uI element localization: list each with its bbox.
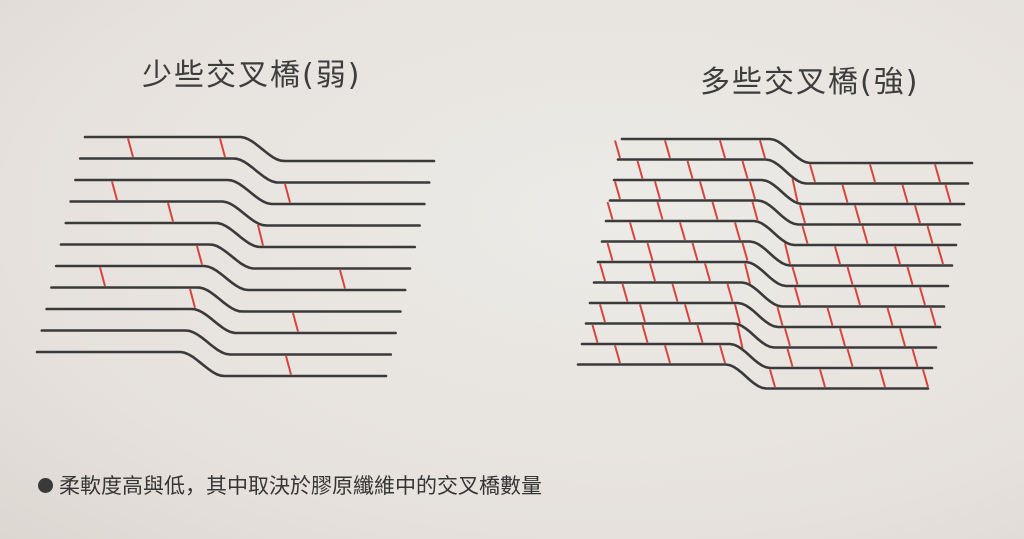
strong-crosslink — [606, 242, 614, 261]
strong-crosslink — [679, 222, 686, 241]
strong-crosslink — [919, 287, 926, 306]
strong-crosslink — [719, 140, 726, 159]
caption-text: 柔軟度高與低，其中取決於膠原纖維中的交叉橋數量 — [59, 474, 542, 498]
bullet-icon — [38, 477, 53, 493]
strong-crosslink — [861, 225, 869, 244]
strong-crosslink — [854, 287, 861, 306]
strong-crosslink — [906, 266, 914, 285]
strong-crosslink — [826, 307, 834, 326]
strong-crosslink — [934, 164, 941, 183]
strong-crosslink — [944, 184, 952, 203]
weak-crosslink — [99, 267, 106, 287]
strong-crosslink — [639, 304, 646, 323]
strong-crosslink — [741, 160, 749, 179]
strong-crosslink — [614, 140, 621, 159]
strong-crosslink — [744, 263, 751, 284]
strong-crosslink — [894, 246, 901, 265]
strong-crosslink-panel — [576, 137, 974, 390]
strong-crosslink — [886, 307, 894, 326]
strong-crosslink — [736, 325, 744, 349]
strong-crosslink — [606, 201, 614, 220]
strong-crosslink — [629, 222, 636, 241]
caption: 柔軟度高與低，其中取決於膠原纖維中的交叉橋數量 — [38, 470, 542, 500]
strong-crosslink — [726, 283, 734, 302]
weak-crosslink — [257, 224, 264, 246]
strong-crosslink — [869, 164, 876, 183]
strong-crosslink — [614, 181, 621, 200]
strong-crosslink — [791, 266, 799, 285]
strong-crosslink — [719, 345, 726, 364]
weak-crosslink — [111, 181, 118, 201]
strong-crosslink — [734, 304, 741, 324]
strong-crosslink — [699, 181, 706, 200]
strong-crosslink — [741, 242, 749, 261]
strong-crosslink — [937, 246, 944, 265]
weak-crosslink — [127, 138, 134, 158]
strong-crosslink — [911, 348, 919, 367]
weak-crosslink — [189, 288, 196, 309]
strong-crosslink — [784, 243, 791, 265]
weak-crosslink — [196, 245, 203, 265]
strong-crosslink — [786, 348, 794, 367]
collagen-fiber-diagram — [35, 135, 974, 390]
weak-crosslink — [167, 202, 174, 222]
strong-crosslink — [794, 287, 801, 306]
strong-crosslink — [899, 328, 906, 347]
strong-crosslink — [646, 242, 654, 261]
strong-crosslink — [776, 306, 784, 326]
strong-crosslink — [649, 263, 656, 282]
weak-crosslink — [284, 183, 291, 203]
strong-crosslink — [799, 205, 806, 224]
strong-crosslink — [734, 222, 741, 241]
strong-crosslink — [854, 205, 861, 224]
strong-crosslink — [704, 263, 711, 282]
strong-crosslink — [834, 246, 841, 265]
strong-crosslink — [696, 324, 704, 343]
weak-crosslink — [285, 355, 292, 375]
weak-crosslink-panel — [35, 135, 436, 378]
strong-crosslink — [846, 266, 854, 285]
strong-crosslink — [819, 369, 826, 388]
strong-crosslink — [759, 140, 766, 159]
strong-crosslink — [809, 164, 816, 183]
strong-crosslink — [791, 178, 799, 202]
strong-crosslink — [641, 324, 649, 343]
strong-crosslink — [621, 283, 629, 302]
strong-crosslink — [769, 369, 776, 388]
strong-crosslink — [751, 201, 759, 221]
strong-crosslink — [599, 263, 606, 282]
strong-crosslink — [654, 181, 661, 200]
strong-crosslink — [922, 369, 929, 388]
strong-crosslink — [591, 324, 599, 343]
strong-crosslink — [664, 140, 671, 159]
strong-crosslink — [784, 328, 791, 347]
strong-crosslink — [926, 225, 934, 244]
strong-crosslink — [801, 225, 809, 244]
strong-crosslink — [901, 184, 909, 203]
strong-crosslink — [929, 307, 937, 326]
strong-crosslink — [636, 160, 644, 179]
strong-crosslink — [841, 184, 849, 203]
strong-crosslink — [664, 345, 671, 364]
weak-crosslink — [219, 138, 226, 158]
strong-crosslink — [711, 201, 719, 220]
strong-crosslink — [879, 369, 886, 388]
strong-crosslink — [656, 201, 664, 220]
strong-crosslink — [684, 304, 691, 323]
strong-crosslink — [749, 181, 756, 200]
strong-crosslink — [691, 242, 699, 261]
strong-crosslink — [614, 345, 621, 364]
weak-crosslink — [339, 269, 346, 289]
strong-crosslink — [846, 348, 854, 367]
weak-crosslink — [292, 312, 299, 332]
strong-crosslink — [686, 160, 694, 179]
strong-crosslink — [599, 304, 606, 323]
strong-crosslink — [671, 283, 679, 302]
strong-crosslink — [839, 328, 846, 347]
strong-crosslink — [914, 205, 921, 224]
